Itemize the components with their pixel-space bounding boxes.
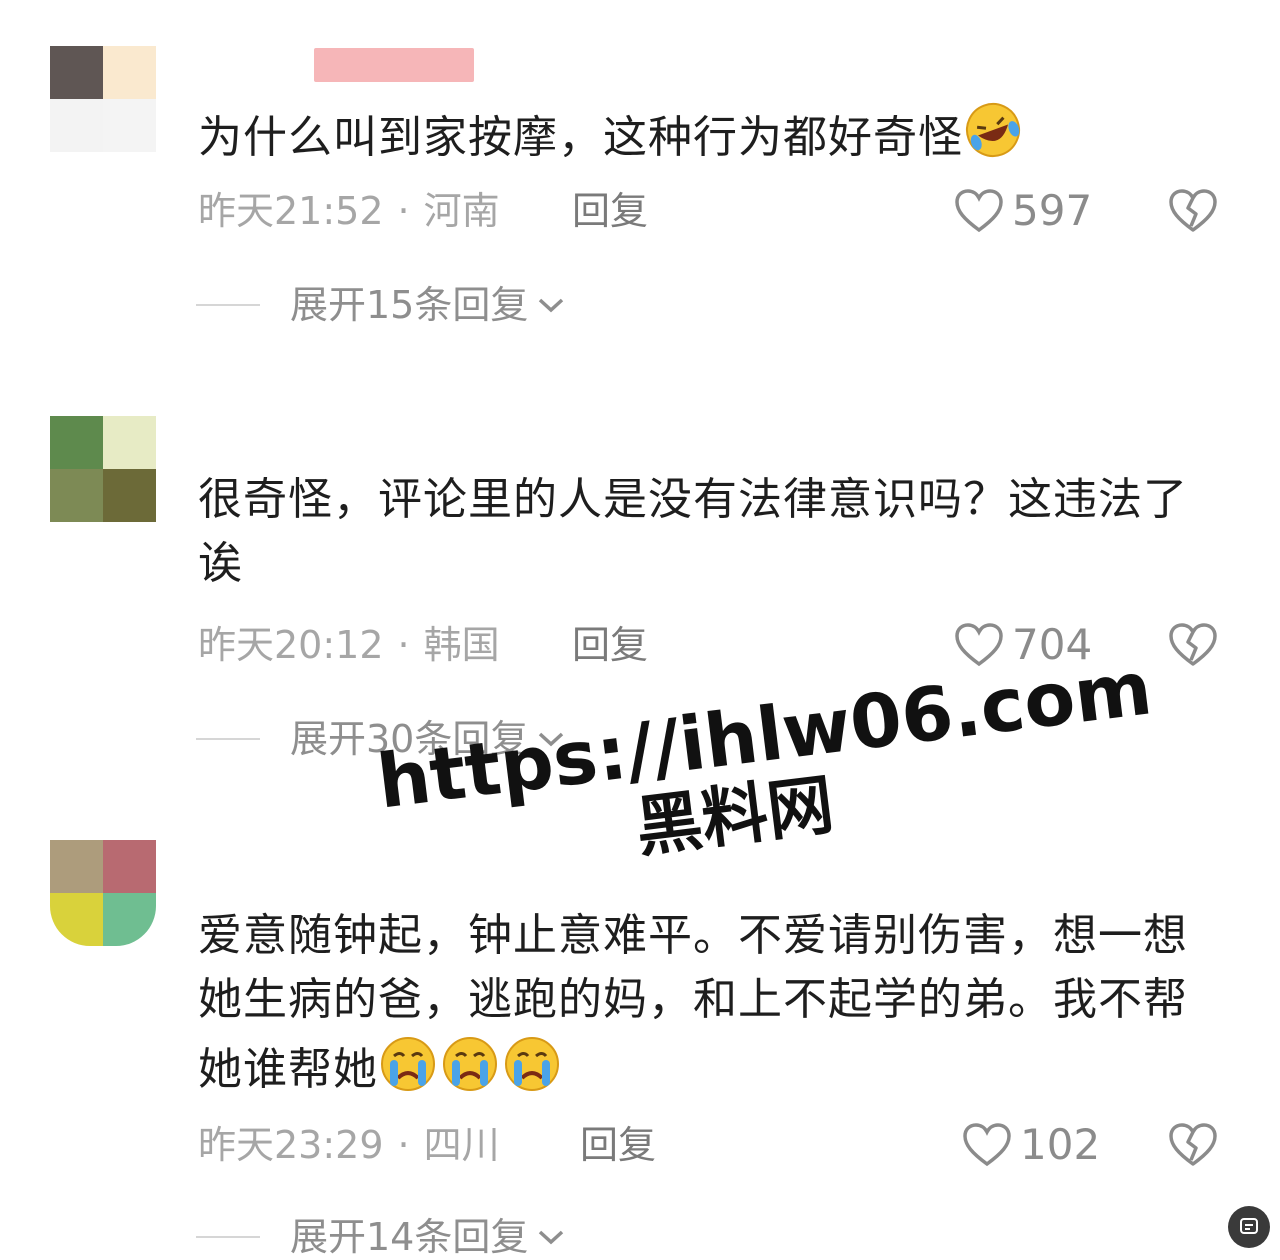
comment-body: 为什么叫到家按摩，这种行为都好奇怪 xyxy=(198,112,963,163)
watermark: https://ihlw06.com 黑料网 xyxy=(373,645,1156,896)
comment-body: 爱意随钟起，钟止意难平。不爱请别伤害，想一想她生病的爸，逃跑的妈，和上不起学的弟… xyxy=(198,910,1188,1095)
comment-meta: 昨天21:52 · 河南 xyxy=(198,188,500,234)
like-button[interactable]: 102 xyxy=(962,1122,1100,1168)
comment-body: 很奇怪，评论里的人是没有法律意识吗？这违法了诶 xyxy=(198,474,1188,589)
separator: · xyxy=(397,1123,410,1167)
reply-button[interactable]: 回复 xyxy=(572,622,648,668)
avatar[interactable] xyxy=(50,840,156,946)
broken-heart-icon xyxy=(1169,1123,1217,1166)
location: 韩国 xyxy=(423,623,500,667)
crying-emoji-icon xyxy=(378,1032,564,1110)
broken-heart-icon xyxy=(1169,189,1217,232)
comment-text: 为什么叫到家按摩，这种行为都好奇怪 xyxy=(198,100,1228,178)
chevron-down-icon xyxy=(539,298,564,313)
comment-meta: 昨天20:12 · 韩国 xyxy=(198,622,500,668)
timestamp: 昨天23:29 xyxy=(198,1123,384,1167)
dislike-button[interactable] xyxy=(1168,188,1218,238)
comment-text: 爱意随钟起，钟止意难平。不爱请别伤害，想一想她生病的爸，逃跑的妈，和上不起学的弟… xyxy=(198,904,1228,1110)
timestamp: 昨天20:12 xyxy=(198,623,384,667)
divider xyxy=(196,1236,260,1238)
location: 四川 xyxy=(423,1123,500,1167)
heart-icon xyxy=(955,623,1003,667)
like-count: 597 xyxy=(1012,186,1093,235)
reply-button[interactable]: 回复 xyxy=(572,188,648,234)
separator: · xyxy=(397,623,410,667)
expand-replies-button[interactable]: 展开15条回复 xyxy=(196,282,566,328)
comment-text: 很奇怪，评论里的人是没有法律意识吗？这违法了诶 xyxy=(198,468,1228,596)
avatar[interactable] xyxy=(50,416,156,522)
avatar[interactable] xyxy=(50,46,156,152)
location: 河南 xyxy=(423,189,500,233)
corner-badge-icon[interactable] xyxy=(1228,1206,1270,1248)
divider xyxy=(196,304,260,306)
dislike-button[interactable] xyxy=(1168,622,1218,672)
separator: · xyxy=(397,189,410,233)
dislike-button[interactable] xyxy=(1168,1122,1218,1172)
like-count: 102 xyxy=(1020,1120,1101,1169)
expand-label: 展开14条回复 xyxy=(290,1215,529,1259)
timestamp: 昨天21:52 xyxy=(198,189,384,233)
divider xyxy=(196,738,260,740)
heart-icon xyxy=(955,189,1003,233)
expand-replies-button[interactable]: 展开14条回复 xyxy=(196,1214,566,1260)
heart-icon xyxy=(963,1123,1011,1167)
broken-heart-icon xyxy=(1169,623,1217,666)
chevron-down-icon xyxy=(539,1230,564,1245)
comment-meta: 昨天23:29 · 四川 xyxy=(198,1122,500,1168)
like-button[interactable]: 597 xyxy=(954,188,1092,234)
expand-label: 展开15条回复 xyxy=(290,283,529,327)
rofl-emoji-icon xyxy=(963,100,1023,178)
reply-button[interactable]: 回复 xyxy=(580,1122,656,1168)
username-redacted[interactable] xyxy=(314,48,474,82)
